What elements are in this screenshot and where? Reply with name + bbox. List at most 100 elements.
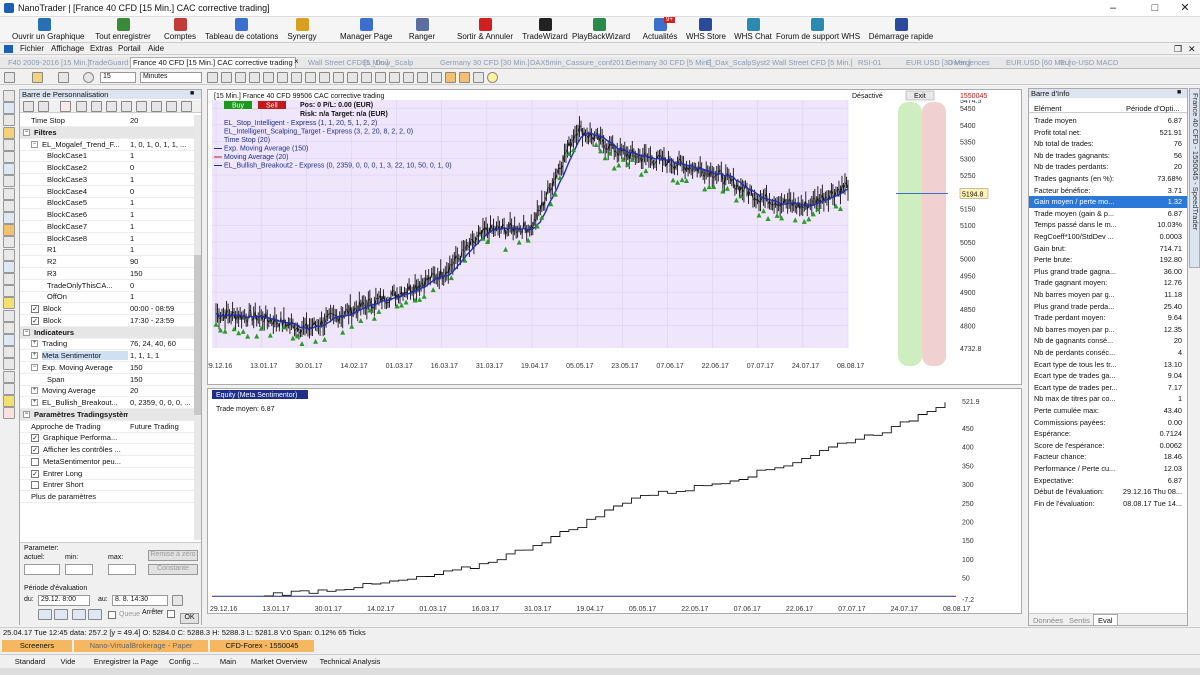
ray-icon[interactable] — [3, 102, 15, 115]
panel-props-icon[interactable] — [106, 101, 117, 112]
panel-scrollbar[interactable] — [194, 115, 201, 540]
info-row-trade-perdant-moyen[interactable]: Trade perdant moyen: 9.64 — [1029, 312, 1187, 324]
menu-extras[interactable]: Extras — [90, 44, 113, 53]
info-row-ecart-type-de-trades-per[interactable]: Ecart type de trades per... 7.17 — [1029, 382, 1187, 394]
tab-euro-usd-macd[interactable]: Euro-USD MACD — [1058, 58, 1120, 67]
tab-dax5min-cassure-conf2017[interactable]: DAX5min_Cassure_conf2017 — [528, 58, 631, 67]
tab-tradeguard[interactable]: TradeGuard — [86, 58, 130, 67]
checkbox-checked[interactable]: ✓ — [31, 469, 39, 478]
param-value[interactable]: 1 — [130, 198, 200, 207]
tab-standard[interactable]: Standard — [4, 656, 56, 668]
tab-germany-30-cfd-30-min[interactable]: Germany 30 CFD [30 Min.] — [438, 58, 532, 67]
tab-close-icon[interactable]: × — [294, 57, 299, 66]
label-icon[interactable] — [3, 297, 15, 310]
erase-icon[interactable] — [3, 370, 15, 383]
open-folder-icon[interactable] — [32, 72, 43, 83]
ribbon-whs-store[interactable]: WHS Store — [686, 17, 726, 43]
param-row-afficher-les-controles[interactable]: ✓ Afficher les contrôles ... — [20, 444, 201, 456]
info-row-ecart-type-de-trades-ga[interactable]: Ecart type de trades ga... 9.04 — [1029, 370, 1187, 382]
info-row-plus-grand-trade-gagna[interactable]: Plus grand trade gagna... 36.00 — [1029, 266, 1187, 278]
tab-wall-street-cfd-5-min[interactable]: Wall Street CFD [5 Min.] — [770, 58, 855, 67]
note-icon[interactable] — [3, 309, 15, 322]
indicator-legend[interactable]: Moving Average (20) — [224, 154, 288, 161]
gann-icon[interactable] — [3, 163, 15, 176]
param-row-tradeonlythisca[interactable]: TradeOnlyThisCA... 0 — [20, 280, 201, 292]
param-row-time-stop[interactable]: Time Stop 20 — [20, 115, 201, 127]
param-row-blockcase4[interactable]: BlockCase4 0 — [20, 186, 201, 198]
collapse-icon[interactable]: − — [31, 140, 38, 148]
param-row-metasentimentor-peu[interactable]: MetaSentimentor peu... — [20, 456, 201, 468]
info-row-nb-de-trades-gagnants[interactable]: Nb de trades gagnants: 56 — [1029, 150, 1187, 162]
channel-icon[interactable] — [3, 114, 15, 127]
equity-chart[interactable]: 521.9 450 400 350 300 250 200 150 100 50 -7.2 29.12… — [208, 389, 1023, 615]
triangle-icon[interactable] — [3, 321, 15, 334]
crosshair-icon[interactable] — [375, 72, 386, 83]
param-value[interactable]: 1 — [130, 151, 200, 160]
start-date-input[interactable]: 29.12. 8:00 — [38, 595, 90, 606]
panel-load-icon[interactable] — [166, 101, 177, 112]
param-value[interactable]: 1 — [130, 175, 200, 184]
col-element[interactable]: Elément — [1034, 104, 1062, 113]
expand-icon[interactable]: + — [31, 387, 38, 395]
info-icon[interactable] — [487, 72, 498, 83]
param-row-block[interactable]: ✓ Block 00:00 - 08:59 — [20, 303, 201, 315]
flag-icon[interactable] — [3, 285, 15, 298]
end-date-input[interactable]: 8. 8. 14:30 — [112, 595, 168, 606]
param-value[interactable]: 150 — [130, 375, 200, 384]
info-row-regcoeff-100-stddev[interactable]: RegCoeff*100/StdDev ... 0.0003 — [1029, 231, 1187, 243]
tab-vide[interactable]: Vide — [56, 656, 80, 668]
param-value[interactable]: 20 — [130, 116, 200, 125]
col-period[interactable]: Période d'Opti... — [1126, 104, 1180, 113]
param-value[interactable]: 0 — [130, 281, 200, 290]
tab-divergences[interactable]: Divergences — [946, 58, 992, 67]
param-value[interactable]: 0 — [130, 163, 200, 172]
marker-icon[interactable] — [3, 273, 15, 285]
tab-f40-2009-2016-15-min[interactable]: F40 2009-2016 [15 Min.] — [6, 58, 92, 67]
panel-chart-icon[interactable] — [121, 101, 132, 112]
param-row-parametres-tradingsysteme[interactable]: − Paramètres Tradingsystème — [20, 408, 201, 421]
param-row-r3[interactable]: R3 150 — [20, 268, 201, 280]
font-icon[interactable] — [3, 382, 15, 395]
highlight-icon[interactable] — [3, 358, 15, 371]
param-row-meta-sentimentor[interactable]: + Meta Sentimentor 1, 1, 1, 1 — [20, 350, 201, 362]
ribbon-tradewizard[interactable]: TradeWizard — [520, 17, 570, 43]
ribbon-synergy[interactable]: Synergy — [278, 17, 326, 43]
panel-grid-icon[interactable] — [23, 101, 34, 112]
info-row-nb-total-de-trades[interactable]: Nb total de trades: 76 — [1029, 138, 1187, 150]
param-row-trading[interactable]: + Trading 76, 24, 40, 60 — [20, 338, 201, 351]
param-row-r1[interactable]: R1 1 — [20, 244, 201, 257]
param-row-el-mogalef-trend-f[interactable]: − EL_Mogalef_Trend_F... 1, 0, 1, 0, 1, 1, … — [20, 139, 201, 151]
new-chart-icon[interactable] — [4, 72, 15, 83]
param-row-indicateurs[interactable]: − Indicateurs — [20, 326, 201, 339]
tab-main[interactable]: Main — [216, 656, 240, 668]
scroll-right-icon[interactable] — [263, 72, 274, 83]
info-row-nb-de-gagnants-conse[interactable]: Nb de gagnants consé... 20 — [1029, 335, 1187, 347]
info-row-nb-de-perdants-consec[interactable]: Nb de perdants conséc... 4 — [1029, 347, 1187, 359]
info-row-facteur-chance[interactable]: Facteur chance: 18.46 — [1029, 451, 1187, 463]
arreter-checkbox[interactable] — [167, 610, 175, 618]
indicator-legend[interactable]: EL_Stop_Intelligent - Express (1, 1, 20,… — [224, 120, 377, 127]
tab-screeners[interactable]: Screeners — [2, 640, 72, 652]
price-chart-pane[interactable]: 5474.55450540053505300525052005150510050… — [205, 89, 1022, 385]
param-value[interactable]: 17:30 - 23:59 — [130, 316, 200, 325]
panel-copy-icon[interactable] — [76, 101, 87, 112]
info-row-debut-de-l-evaluation[interactable]: Début de l'évaluation: 29.12.16 Thu 08... — [1029, 486, 1187, 498]
brush-icon[interactable] — [3, 395, 15, 407]
panel-settings-icon[interactable] — [136, 101, 147, 112]
param-row-graphique-performa[interactable]: ✓ Graphique Performa... — [20, 432, 201, 445]
param-row-blockcase2[interactable]: BlockCase2 0 — [20, 162, 201, 174]
range-back-icon[interactable] — [72, 609, 86, 620]
param-value[interactable]: 1 — [130, 210, 200, 219]
info-row-nb-barres-moyen-par-p[interactable]: Nb barres moyen par p... 12.35 — [1029, 324, 1187, 336]
min-input[interactable] — [65, 564, 93, 575]
zoom-out-icon[interactable] — [221, 72, 232, 83]
info-row-plus-grand-trade-perda[interactable]: Plus grand trade perda... 25.40 — [1029, 301, 1187, 313]
tab-config[interactable]: Config ... — [166, 656, 202, 668]
info-row-nb-max-de-titres-par-co[interactable]: Nb max de titres par co... 1 — [1029, 393, 1187, 405]
chart-type-icon[interactable] — [58, 72, 69, 83]
cycle-icon[interactable] — [3, 248, 15, 261]
scroll-left-icon[interactable] — [249, 72, 260, 83]
info-row-esperance[interactable]: Espérance: 0.7124 — [1029, 428, 1187, 440]
ellipse-icon[interactable] — [3, 199, 15, 212]
info-row-trade-moyen[interactable]: Trade moyen 6.87 — [1029, 115, 1187, 127]
